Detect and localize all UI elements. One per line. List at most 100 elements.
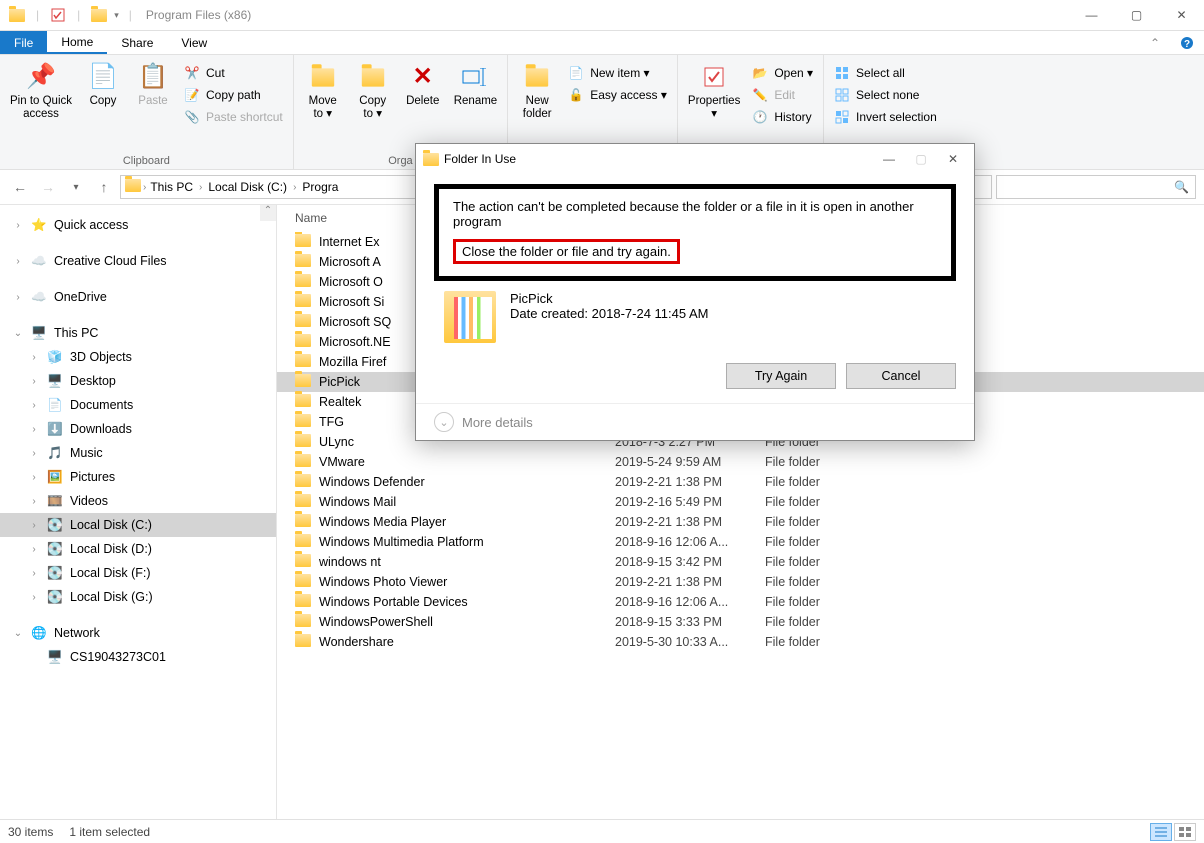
tree-item[interactable]: ›☁️Creative Cloud Files (0, 249, 276, 273)
copy-button[interactable]: 📄Copy (80, 59, 126, 110)
tree-item[interactable]: ›🧊3D Objects (0, 345, 276, 369)
minimize-button[interactable]: — (1069, 0, 1114, 30)
expander-icon[interactable]: › (28, 472, 40, 483)
breadcrumb[interactable]: Local Disk (C:)› (206, 180, 298, 194)
file-row[interactable]: VMware2019-5-24 9:59 AMFile folder (277, 452, 1204, 472)
file-row[interactable]: windows nt2018-9-15 3:42 PMFile folder (277, 552, 1204, 572)
paste-button[interactable]: 📋Paste (130, 59, 176, 110)
file-row[interactable]: WindowsPowerShell2018-9-15 3:33 PMFile f… (277, 612, 1204, 632)
properties-qat-icon[interactable] (49, 6, 67, 24)
file-row[interactable]: Windows Media Player2019-2-21 1:38 PMFil… (277, 512, 1204, 532)
easy-access-button[interactable]: 🔓Easy access ▾ (564, 85, 671, 105)
folder-qat-icon[interactable] (90, 6, 108, 24)
ribbon-collapse-icon[interactable]: ⌃ (1140, 31, 1170, 54)
tree-item[interactable]: ⌄🖥️This PC (0, 321, 276, 345)
tree-item[interactable]: ›⭐Quick access (0, 213, 276, 237)
tree-item[interactable]: ›💽Local Disk (G:) (0, 585, 276, 609)
expander-icon[interactable]: › (28, 544, 40, 555)
expander-icon[interactable]: › (28, 568, 40, 579)
dialog-close-button[interactable]: ✕ (938, 148, 968, 170)
file-row[interactable]: Windows Photo Viewer2019-2-21 1:38 PMFil… (277, 572, 1204, 592)
file-row[interactable]: Wondershare2019-5-30 10:33 A...File fold… (277, 632, 1204, 652)
move-to-button[interactable]: Move to ▾ (300, 59, 346, 123)
expander-icon[interactable]: › (12, 292, 24, 303)
expander-icon[interactable]: › (28, 520, 40, 531)
expander-icon[interactable]: › (28, 448, 40, 459)
maximize-button[interactable]: ▢ (1114, 0, 1159, 30)
select-all-button[interactable]: Select all (830, 63, 941, 83)
tree-item[interactable]: ›📄Documents (0, 393, 276, 417)
tree-item[interactable]: ›⬇️Downloads (0, 417, 276, 441)
properties-button[interactable]: Properties ▾ (684, 59, 744, 123)
tree-item[interactable]: ›💽Local Disk (C:) (0, 513, 276, 537)
more-details-toggle[interactable]: ⌄ More details (416, 403, 974, 440)
file-row[interactable]: Windows Defender2019-2-21 1:38 PMFile fo… (277, 472, 1204, 492)
back-button[interactable]: ← (8, 175, 32, 199)
file-row[interactable]: Windows Mail2019-2-16 5:49 PMFile folder (277, 492, 1204, 512)
tree-item[interactable]: ›💽Local Disk (F:) (0, 561, 276, 585)
cancel-button[interactable]: Cancel (846, 363, 956, 389)
tree-item[interactable]: ⌄🌐Network (0, 621, 276, 645)
try-again-button[interactable]: Try Again (726, 363, 836, 389)
expander-icon[interactable]: ⌄ (12, 628, 24, 639)
tree-item[interactable]: ›🖼️Pictures (0, 465, 276, 489)
dialog-minimize-button[interactable]: — (874, 148, 904, 170)
tree-item[interactable]: ›☁️OneDrive (0, 285, 276, 309)
scroll-up-icon[interactable]: ⌃ (260, 205, 276, 221)
tree-item[interactable]: ›🖥️Desktop (0, 369, 276, 393)
file-type: File folder (765, 515, 885, 529)
expander-icon[interactable]: › (28, 352, 40, 363)
tree-item[interactable]: ›🎞️Videos (0, 489, 276, 513)
expander-icon[interactable]: › (12, 220, 24, 231)
expander-icon[interactable]: › (28, 376, 40, 387)
tree-item[interactable]: 🖥️CS19043273C01 (0, 645, 276, 669)
edit-button[interactable]: ✏️Edit (748, 85, 817, 105)
copy-to-button[interactable]: Copy to ▾ (350, 59, 396, 123)
recent-locations-button[interactable]: ▾ (64, 175, 88, 199)
delete-button[interactable]: ✕Delete (400, 59, 446, 110)
rename-button[interactable]: Rename (450, 59, 501, 110)
expander-icon[interactable]: ⌄ (12, 328, 24, 339)
search-input[interactable]: 🔍 (996, 175, 1196, 199)
up-button[interactable]: ↑ (92, 175, 116, 199)
cut-button[interactable]: ✂️Cut (180, 63, 287, 83)
tree-item[interactable]: ›💽Local Disk (D:) (0, 537, 276, 561)
breadcrumb[interactable]: Progra (300, 180, 340, 194)
invert-selection-button[interactable]: Invert selection (830, 107, 941, 127)
copy-path-button[interactable]: 📝Copy path (180, 85, 287, 105)
new-item-button[interactable]: 📄New item ▾ (564, 63, 671, 83)
forward-button[interactable]: → (36, 175, 60, 199)
dialog-titlebar[interactable]: Folder In Use — ▢ ✕ (416, 144, 974, 174)
folder-icon (295, 454, 313, 470)
tree-item[interactable]: ›🎵Music (0, 441, 276, 465)
open-button[interactable]: 📂Open ▾ (748, 63, 817, 83)
details-view-button[interactable] (1150, 823, 1172, 841)
thumbnails-view-button[interactable] (1174, 823, 1196, 841)
expander-icon[interactable]: › (28, 592, 40, 603)
expander-icon[interactable]: › (28, 424, 40, 435)
status-bar: 30 items 1 item selected (0, 819, 1204, 843)
history-button[interactable]: 🕐History (748, 107, 817, 127)
expander-icon[interactable]: › (12, 256, 24, 267)
breadcrumb[interactable]: This PC› (148, 180, 204, 194)
file-type: File folder (765, 555, 885, 569)
help-icon[interactable]: ? (1170, 31, 1204, 54)
file-row[interactable]: Windows Portable Devices2018-9-16 12:06 … (277, 592, 1204, 612)
expander-icon[interactable]: › (28, 496, 40, 507)
tab-view[interactable]: View (167, 31, 221, 54)
paste-shortcut-button[interactable]: 📎Paste shortcut (180, 107, 287, 127)
copy-path-icon: 📝 (184, 87, 200, 103)
tab-share[interactable]: Share (107, 31, 167, 54)
expander-icon[interactable]: › (28, 400, 40, 411)
file-type: File folder (765, 475, 885, 489)
qat-dropdown-icon[interactable]: ▾ (114, 10, 119, 21)
select-none-button[interactable]: Select none (830, 85, 941, 105)
tab-home[interactable]: Home (47, 31, 107, 54)
tab-file[interactable]: File (0, 31, 47, 54)
rename-icon (459, 61, 491, 93)
new-folder-button[interactable]: New folder (514, 59, 560, 123)
pin-to-quick-access-button[interactable]: 📌Pin to Quick access (6, 59, 76, 123)
pc-icon: 🖥️ (46, 648, 64, 666)
close-button[interactable]: ✕ (1159, 0, 1204, 30)
file-row[interactable]: Windows Multimedia Platform2018-9-16 12:… (277, 532, 1204, 552)
